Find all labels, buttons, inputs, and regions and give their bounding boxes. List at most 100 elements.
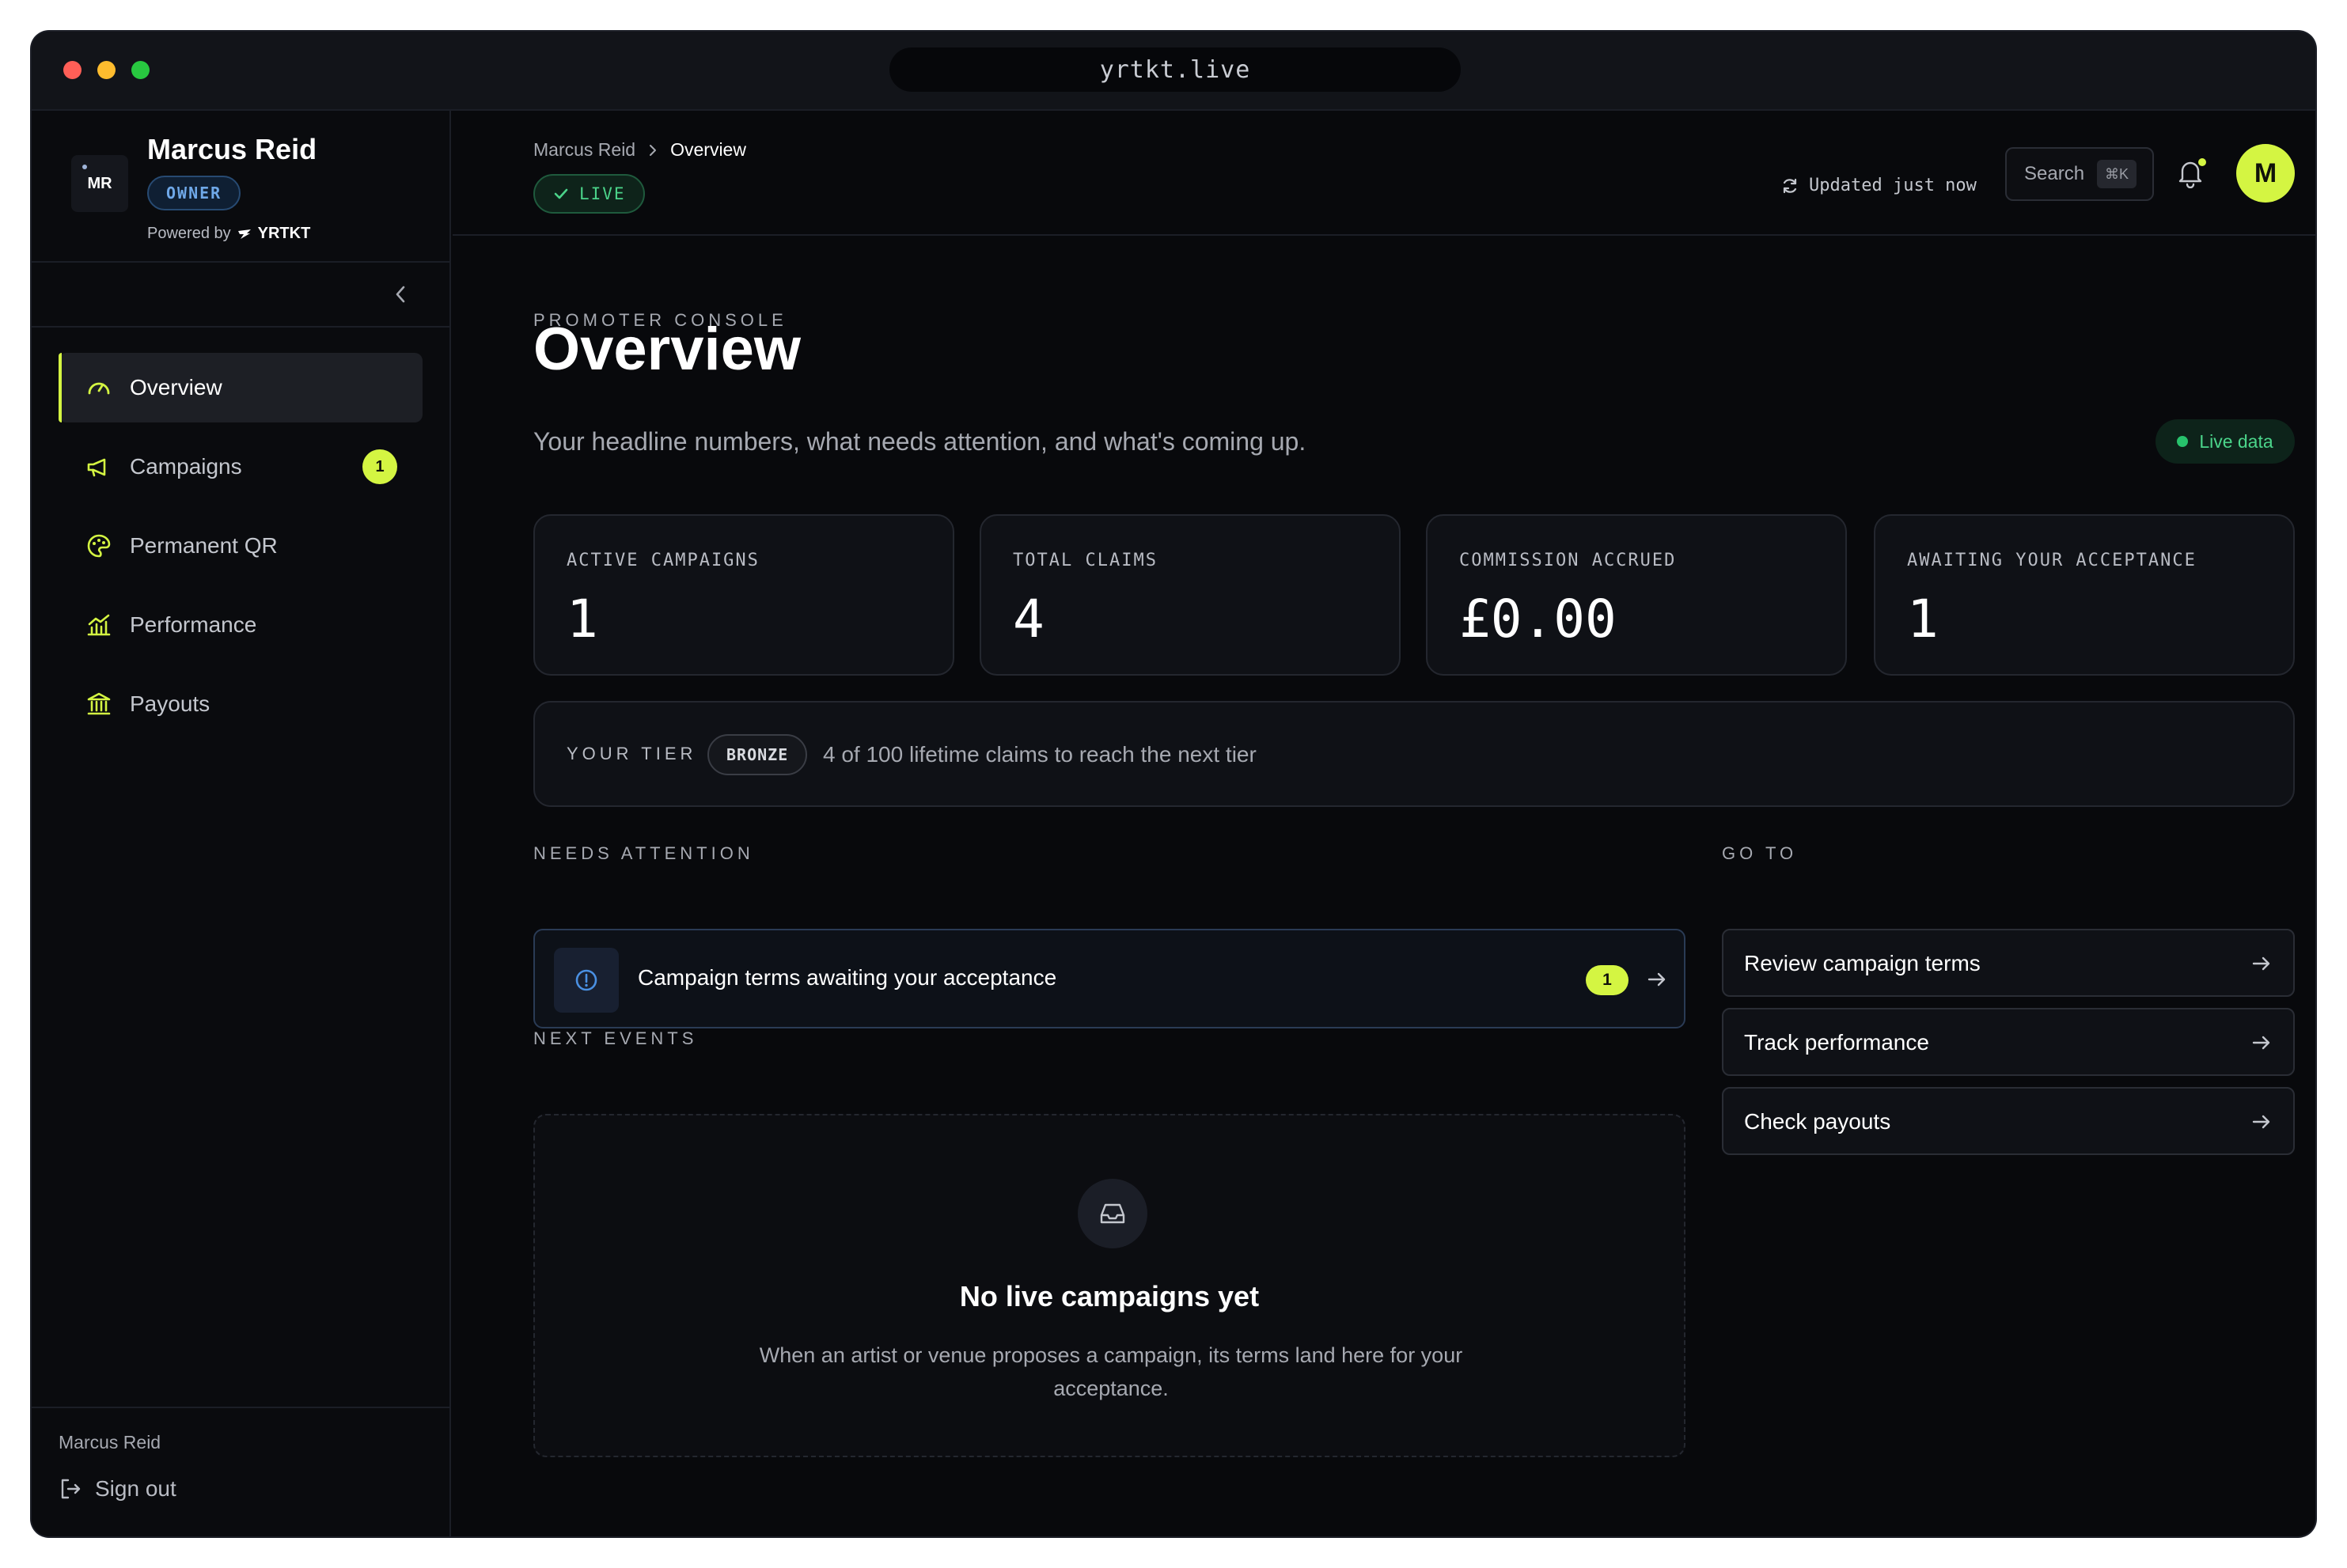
live-data-badge: Live data: [2156, 419, 2295, 464]
refresh-icon: [1783, 178, 1797, 193]
goto-link-label: Review campaign terms: [1744, 951, 1981, 975]
tier-card: YOUR TIER BRONZE 4 of 100 lifetime claim…: [533, 701, 2295, 807]
stat-value: 1: [1907, 589, 1939, 650]
arrow-right-icon: [2252, 1115, 2270, 1129]
check-payouts-link[interactable]: Check payouts: [1722, 1087, 2295, 1155]
sidebar-item-performance[interactable]: Performance: [59, 590, 423, 660]
bank-icon: [85, 691, 112, 718]
sidebar-user-name: Marcus Reid: [59, 1432, 161, 1452]
sidebar-nav: Overview Campaigns 1 Permanent QR Perfor…: [59, 353, 423, 748]
stat-value: 1: [567, 589, 598, 650]
collapse-row: [32, 263, 449, 328]
next-events-heading: NEXT EVENTS: [533, 1028, 698, 1048]
campaigns-count-badge: 1: [362, 449, 397, 484]
inbox-icon: [1100, 1203, 1125, 1224]
alert-circle-icon: [575, 969, 597, 991]
needs-attention-heading: NEEDS ATTENTION: [533, 843, 754, 863]
browser-window: yrtkt.live MR Marcus Reid OWNER Powered …: [32, 32, 2315, 1536]
powered-by: Powered by YRTKT: [147, 225, 310, 243]
notifications-button[interactable]: [2176, 157, 2208, 191]
sidebar-item-label: Performance: [130, 612, 257, 637]
stat-card-active-campaigns: ACTIVE CAMPAIGNS 1: [533, 514, 954, 676]
main-content: Marcus Reid Overview LIVE Updated just n…: [453, 111, 2315, 1536]
stat-label: ACTIVE CAMPAIGNS: [567, 551, 760, 570]
stat-card-awaiting-acceptance: AWAITING YOUR ACCEPTANCE 1: [1874, 514, 2295, 676]
alert-icon-box: [554, 948, 619, 1013]
live-data-dot: [2177, 436, 2189, 447]
stat-label: AWAITING YOUR ACCEPTANCE: [1907, 551, 2197, 570]
sidebar-item-overview[interactable]: Overview: [59, 353, 423, 422]
avatar[interactable]: M: [2236, 144, 2295, 203]
breadcrumb-item-current: Overview: [670, 139, 746, 160]
brand-logo-text: MR: [87, 174, 112, 192]
brand-header: MR Marcus Reid OWNER Powered by YRTKT: [32, 111, 449, 263]
sidebar-item-label: Permanent QR: [130, 533, 278, 558]
live-status-label: LIVE: [579, 184, 626, 203]
collapse-sidebar-button[interactable]: [388, 282, 413, 307]
stat-value: £0.00: [1459, 589, 1617, 650]
breadcrumb: Marcus Reid Overview: [533, 139, 746, 161]
check-icon: [554, 188, 568, 199]
sidebar-item-campaigns[interactable]: Campaigns 1: [59, 432, 423, 502]
track-performance-link[interactable]: Track performance: [1722, 1008, 2295, 1076]
search-button[interactable]: Search ⌘K: [2005, 147, 2154, 201]
tier-badge: BRONZE: [707, 734, 808, 775]
go-to-heading: GO TO: [1722, 843, 1798, 863]
chevron-left-icon: [396, 286, 405, 303]
bar-chart-icon: [85, 612, 112, 638]
updated-status[interactable]: Updated just now: [1780, 176, 1977, 195]
attention-item-label: Campaign terms awaiting your acceptance: [638, 965, 1057, 990]
attention-item-campaign-terms[interactable]: Campaign terms awaiting your acceptance …: [533, 929, 1685, 1028]
goto-link-label: Check payouts: [1744, 1109, 1891, 1134]
stat-label: TOTAL CLAIMS: [1013, 551, 1158, 570]
yrtkt-logo-icon: [237, 229, 251, 239]
live-data-label: Live data: [2199, 430, 2273, 452]
sidebar-item-permanent-qr[interactable]: Permanent QR: [59, 511, 423, 581]
page-title: Overview: [533, 316, 801, 383]
next-events-empty-state: No live campaigns yet When an artist or …: [533, 1114, 1685, 1457]
stat-card-commission-accrued: COMMISSION ACCRUED £0.00: [1426, 514, 1847, 676]
goto-link-label: Track performance: [1744, 1030, 1929, 1055]
review-campaign-terms-link[interactable]: Review campaign terms: [1722, 929, 2295, 997]
search-label: Search: [2024, 163, 2085, 184]
tier-label: YOUR TIER: [567, 744, 697, 763]
search-shortcut: ⌘K: [2097, 160, 2137, 188]
sidebar: MR Marcus Reid OWNER Powered by YRTKT Ov…: [32, 111, 451, 1536]
empty-state-description: When an artist or venue proposes a campa…: [759, 1343, 1463, 1400]
url-bar[interactable]: yrtkt.live: [889, 47, 1461, 92]
tier-progress-text: 4 of 100 lifetime claims to reach the ne…: [823, 742, 1257, 767]
sidebar-item-label: Campaigns: [130, 454, 242, 479]
sign-out-label: Sign out: [95, 1476, 176, 1501]
sign-out-icon: [61, 1479, 81, 1499]
sidebar-item-label: Overview: [130, 375, 222, 400]
role-badge: OWNER: [147, 176, 241, 210]
arrow-right-icon: [2252, 1036, 2270, 1050]
powered-by-label: Powered by: [147, 225, 231, 242]
top-bar: Marcus Reid Overview LIVE Updated just n…: [453, 111, 2315, 236]
brand-logo: MR: [71, 155, 128, 212]
megaphone-icon: [85, 453, 112, 480]
powered-by-name: YRTKT: [257, 225, 311, 242]
live-status-badge: LIVE: [533, 174, 645, 214]
empty-state-title: No live campaigns yet: [959, 1280, 1260, 1312]
brand-logo-dot: [82, 165, 87, 169]
notification-dot: [2197, 157, 2208, 168]
page-subtitle: Your headline numbers, what needs attent…: [533, 427, 1306, 456]
close-window-button[interactable]: [63, 61, 82, 79]
minimize-window-button[interactable]: [97, 61, 116, 79]
breadcrumb-item-home[interactable]: Marcus Reid: [533, 139, 635, 161]
stat-value: 4: [1013, 589, 1045, 650]
maximize-window-button[interactable]: [131, 61, 150, 79]
chevron-right-icon: [650, 144, 657, 156]
sidebar-footer: Marcus Reid Sign out: [32, 1407, 449, 1536]
arrow-right-icon: [1647, 972, 1666, 987]
arrow-right-icon: [2252, 956, 2270, 971]
sidebar-item-label: Payouts: [130, 691, 210, 716]
inbox-icon-circle: [1078, 1179, 1147, 1248]
title-bar: yrtkt.live: [32, 32, 2315, 111]
stat-card-total-claims: TOTAL CLAIMS 4: [980, 514, 1401, 676]
attention-count-badge: 1: [1586, 965, 1628, 995]
sidebar-item-payouts[interactable]: Payouts: [59, 669, 423, 739]
sign-out-button[interactable]: Sign out: [59, 1476, 176, 1502]
stat-label: COMMISSION ACCRUED: [1459, 551, 1677, 570]
